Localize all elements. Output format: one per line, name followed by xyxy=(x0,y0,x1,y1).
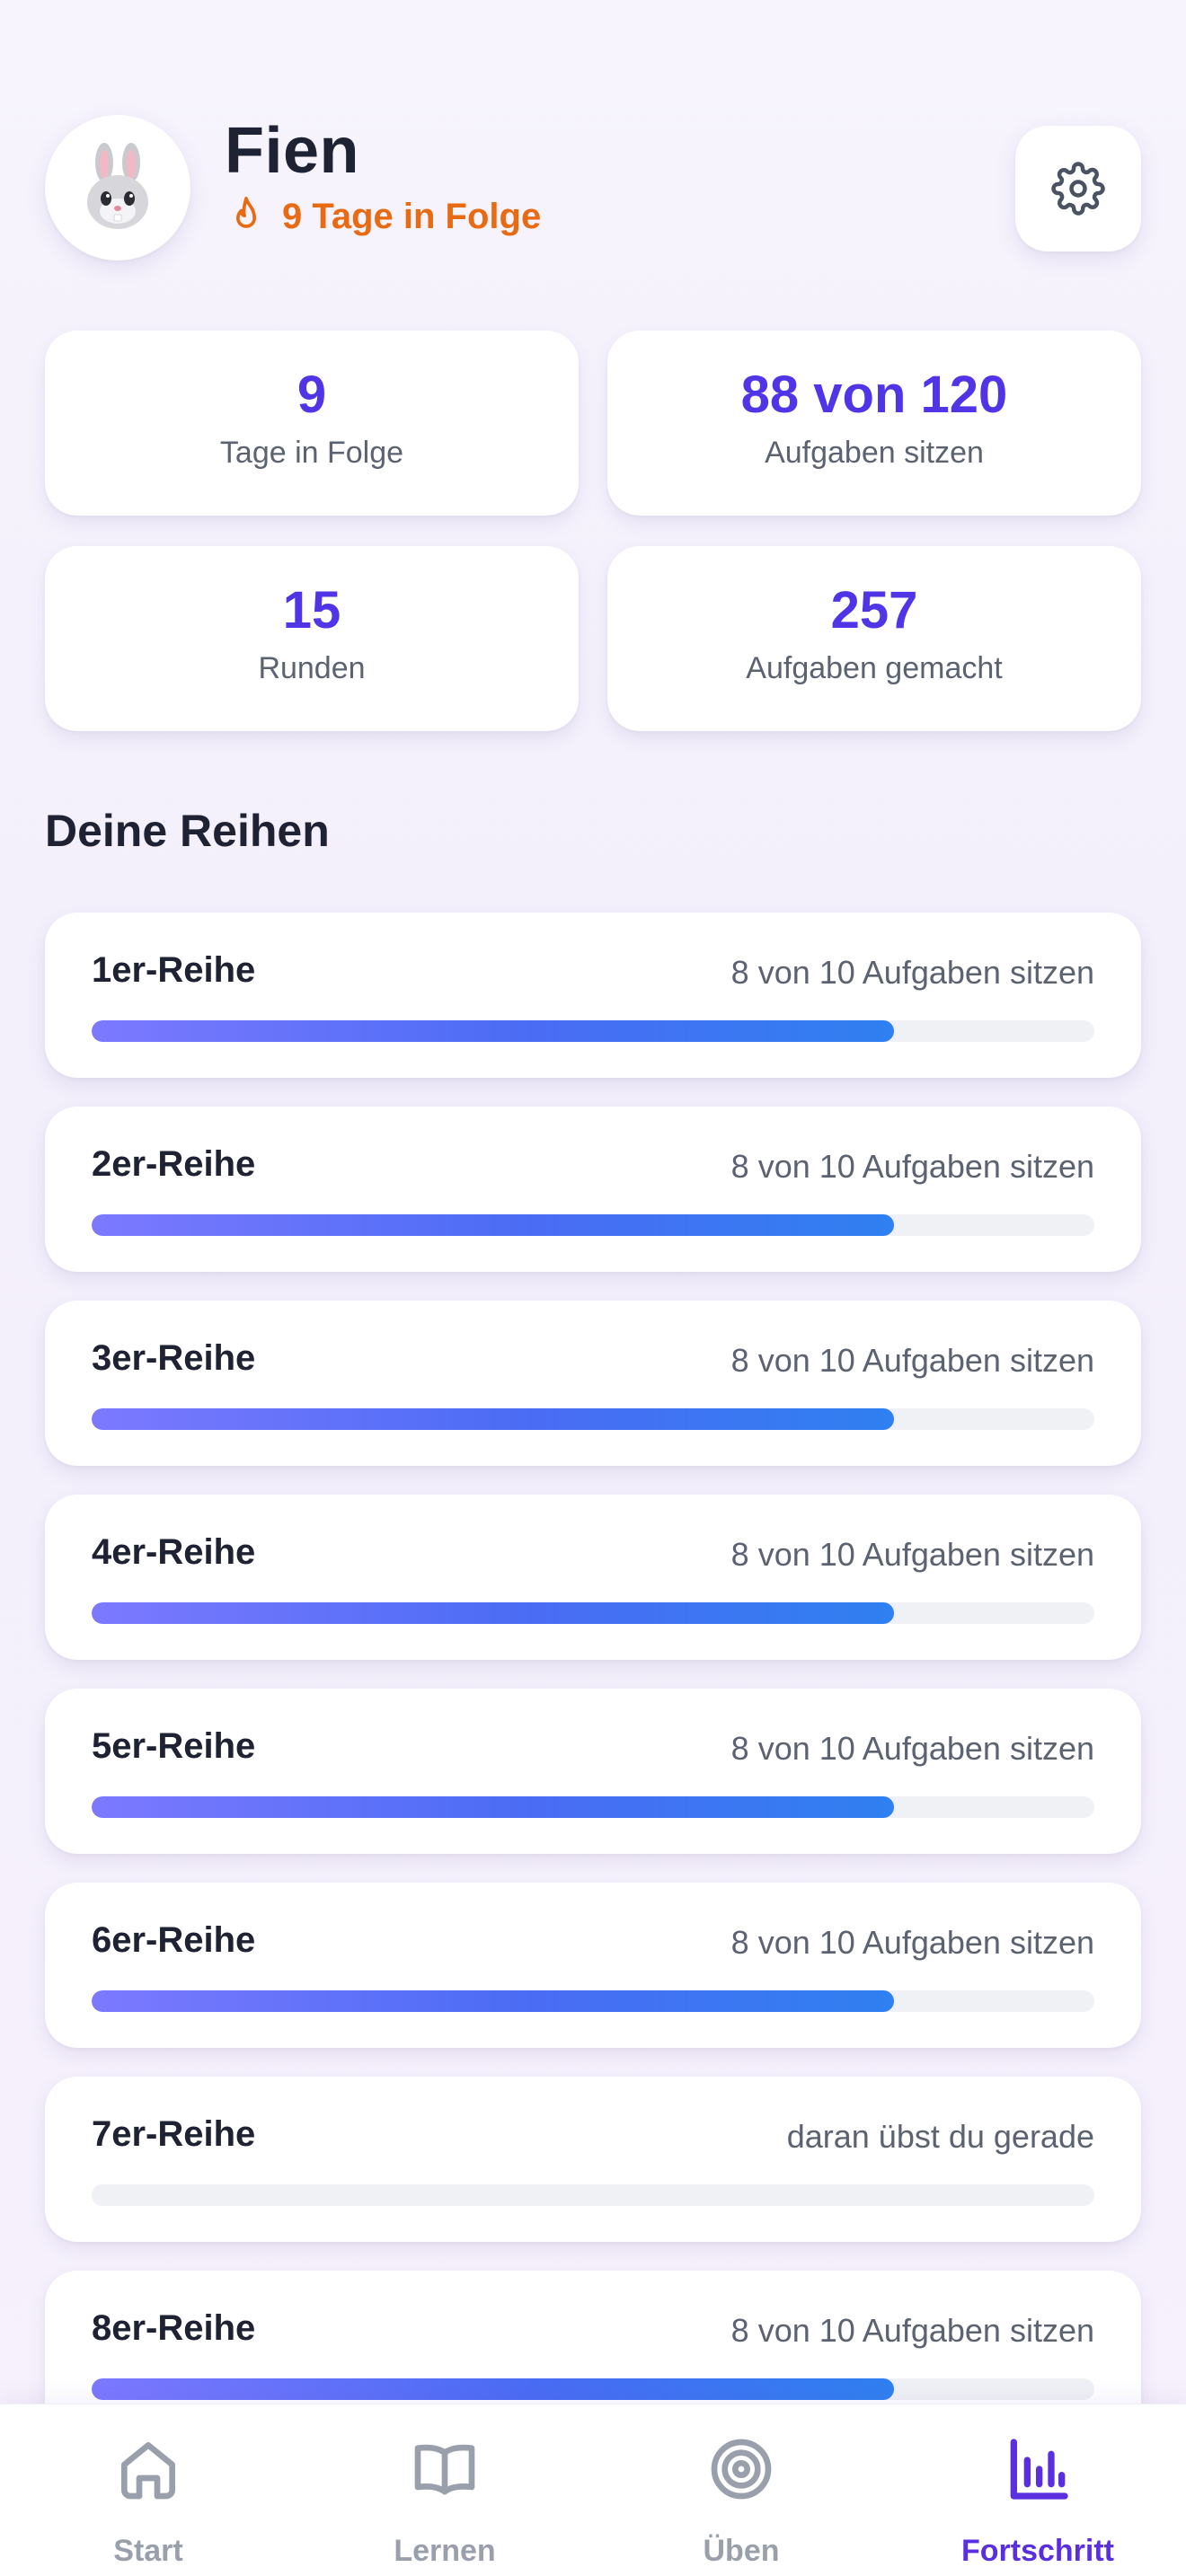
nav-label: Start xyxy=(113,2534,183,2568)
series-status: 8 von 10 Aufgaben sitzen xyxy=(730,1342,1094,1379)
series-name: 7er-Reihe xyxy=(92,2114,256,2154)
progress-track xyxy=(92,1602,1094,1624)
progress-track xyxy=(92,1796,1094,1818)
series-name: 5er-Reihe xyxy=(92,1726,256,1766)
series-name: 2er-Reihe xyxy=(92,1144,256,1184)
streak-text: 9 Tage in Folge xyxy=(282,197,542,236)
series-card-7[interactable]: 7er-Reihe daran übst du gerade xyxy=(45,2077,1141,2242)
progress-track xyxy=(92,1408,1094,1430)
stat-label: Tage in Folge xyxy=(219,436,404,470)
progress-fill xyxy=(92,2378,894,2400)
streak-indicator: 9 Tage in Folge xyxy=(226,194,541,239)
progress-fill xyxy=(92,1990,894,2012)
series-name: 3er-Reihe xyxy=(92,1338,256,1378)
profile-name: Fien xyxy=(225,115,360,187)
series-card-4[interactable]: 4er-Reihe 8 von 10 Aufgaben sitzen xyxy=(45,1495,1141,1660)
progress-fill xyxy=(92,1214,894,1236)
home-icon xyxy=(121,2442,176,2500)
bottom-nav: Start Lernen Üben Fortschritt xyxy=(0,2404,1186,2576)
stat-value: 9 xyxy=(296,366,327,424)
stat-value: 15 xyxy=(282,581,341,640)
flame-icon xyxy=(236,196,256,228)
series-card-6[interactable]: 6er-Reihe 8 von 10 Aufgaben sitzen xyxy=(45,1883,1141,2048)
progress-track xyxy=(92,1020,1094,1042)
series-status: 8 von 10 Aufgaben sitzen xyxy=(730,1924,1094,1961)
progress-track xyxy=(92,1214,1094,1236)
series-name: 8er-Reihe xyxy=(92,2308,256,2348)
nav-ueben[interactable]: Üben xyxy=(593,2404,890,2576)
series-name: 1er-Reihe xyxy=(92,950,256,990)
progress-track xyxy=(92,1990,1094,2012)
bar-chart-icon xyxy=(1010,2439,1068,2500)
stat-card-done: 257 Aufgaben gemacht xyxy=(607,546,1141,731)
section-title: Deine Reihen xyxy=(45,806,330,856)
progress-fill xyxy=(92,1602,894,1624)
series-status: 8 von 10 Aufgaben sitzen xyxy=(730,1730,1094,1767)
stat-card-streak: 9 Tage in Folge xyxy=(45,331,579,516)
nav-fortschritt[interactable]: Fortschritt xyxy=(890,2404,1186,2576)
series-card-5[interactable]: 5er-Reihe 8 von 10 Aufgaben sitzen xyxy=(45,1689,1141,1854)
series-status: 8 von 10 Aufgaben sitzen xyxy=(730,1148,1094,1185)
series-card-3[interactable]: 3er-Reihe 8 von 10 Aufgaben sitzen xyxy=(45,1301,1141,1466)
nav-label: Lernen xyxy=(394,2534,496,2568)
stat-label: Runden xyxy=(258,651,366,685)
progress-fill xyxy=(92,1408,894,1430)
series-status: daran übst du gerade xyxy=(786,2118,1094,2155)
stat-value: 88 von 120 xyxy=(740,366,1008,424)
stat-card-mastered: 88 von 120 Aufgaben sitzen xyxy=(607,331,1141,516)
nav-lernen[interactable]: Lernen xyxy=(296,2404,593,2576)
gear-icon xyxy=(1051,162,1105,216)
series-card-2[interactable]: 2er-Reihe 8 von 10 Aufgaben sitzen xyxy=(45,1107,1141,1272)
progress-track xyxy=(92,2378,1094,2400)
nav-label: Üben xyxy=(703,2534,780,2568)
settings-button[interactable] xyxy=(1015,126,1141,251)
profile-header: Fien 9 Tage in Folge xyxy=(45,115,1141,260)
series-name: 4er-Reihe xyxy=(92,1532,256,1572)
series-status: 8 von 10 Aufgaben sitzen xyxy=(730,1536,1094,1573)
progress-fill xyxy=(92,1020,894,1042)
series-card-1[interactable]: 1er-Reihe 8 von 10 Aufgaben sitzen xyxy=(45,913,1141,1078)
progress-fill xyxy=(92,1796,894,1818)
series-status: 8 von 10 Aufgaben sitzen xyxy=(730,2312,1094,2349)
bunny-icon xyxy=(87,143,148,229)
stat-value: 257 xyxy=(830,581,918,640)
progress-track xyxy=(92,2184,1094,2206)
stat-card-rounds: 15 Runden xyxy=(45,546,579,731)
avatar[interactable] xyxy=(45,115,190,260)
nav-start[interactable]: Start xyxy=(0,2404,296,2576)
book-icon xyxy=(414,2444,475,2495)
stat-label: Aufgaben gemacht xyxy=(746,651,1003,685)
series-name: 6er-Reihe xyxy=(92,1920,256,1960)
series-status: 8 von 10 Aufgaben sitzen xyxy=(730,954,1094,991)
stat-label: Aufgaben sitzen xyxy=(765,436,984,470)
target-icon xyxy=(711,2439,772,2500)
nav-label: Fortschritt xyxy=(961,2534,1114,2568)
